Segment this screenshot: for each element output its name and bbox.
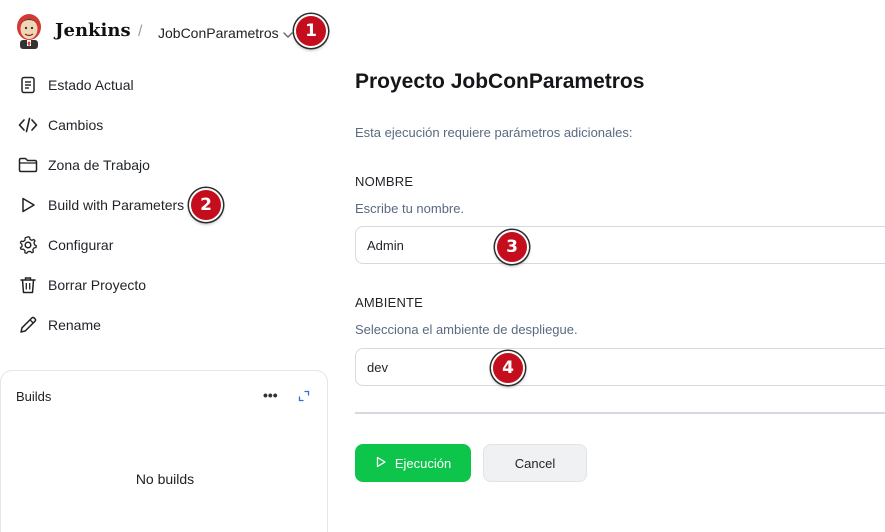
code-icon [18,115,38,135]
annotation-badge: 2 [189,188,223,222]
pencil-icon [18,315,38,335]
breadcrumb-separator: / [138,23,143,40]
play-icon [18,195,38,215]
brand-name[interactable]: Jenkins [55,20,131,41]
run-button[interactable]: Ejecución [355,444,471,482]
param-name-nombre: NOMBRE [355,174,414,189]
sidebar-item-zona-de-trabajo[interactable]: Zona de Trabajo [0,145,300,185]
annotation-badge: 1 [294,14,328,48]
jenkins-logo-icon[interactable] [14,13,44,49]
sidebar-item-borrar-proyecto[interactable]: Borrar Proyecto [0,265,300,305]
builds-empty-text: No builds [135,471,195,487]
top-header: Jenkins / JobConParametros 1 [0,0,885,64]
sidebar-item-label: Estado Actual [48,77,134,93]
ambiente-input[interactable]: dev [355,348,885,386]
sidebar-item-label: Zona de Trabajo [48,157,150,173]
sidebar-item-estado-actual[interactable]: Estado Actual [0,65,300,105]
more-icon[interactable]: ••• [263,387,278,403]
param-description-nombre: Escribe tu nombre. [355,201,465,216]
sidebar-item-rename[interactable]: Rename [0,305,300,345]
sidebar-item-label: Borrar Proyecto [48,277,147,293]
sidebar-item-configurar[interactable]: Configurar [0,225,300,265]
sidebar-item-label: Configurar [48,237,114,253]
page-title: Proyecto JobConParametros [355,70,645,93]
cancel-button[interactable]: Cancel [483,444,587,482]
nombre-input[interactable]: Admin [355,226,885,264]
page-description: Esta ejecución requiere parámetros adici… [355,125,633,140]
gear-icon [18,235,38,255]
param-name-ambiente: AMBIENTE [355,295,424,310]
sidebar-item-build-with-parameters[interactable]: Build with Parameters [0,185,300,225]
divider [355,412,885,414]
breadcrumb-job[interactable]: JobConParametros [158,25,279,41]
annotation-badge: 3 [495,230,529,264]
folder-icon [18,155,38,175]
play-icon [375,456,387,471]
sidebar-item-label: Cambios [48,117,104,133]
trash-icon [18,275,38,295]
sidebar-item-cambios[interactable]: Cambios [0,105,300,145]
expand-icon[interactable] [298,389,310,402]
param-description-ambiente: Selecciona el ambiente de despliegue. [355,322,578,337]
sidebar-item-label: Rename [48,317,101,333]
builds-title: Builds [16,389,52,404]
run-button-label: Ejecución [394,455,452,471]
sidebar-item-label: Build with Parameters [48,197,185,213]
annotation-badge: 4 [491,351,525,385]
builds-panel: Builds ••• No builds [0,370,328,532]
chevron-down-icon[interactable] [282,27,294,38]
document-icon [18,75,38,95]
